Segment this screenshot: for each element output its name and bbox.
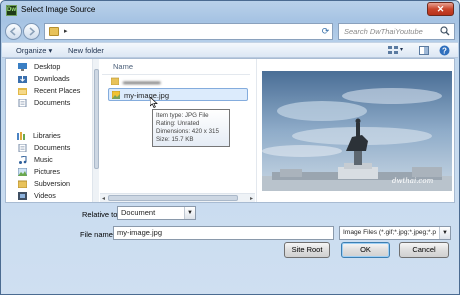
address-bar[interactable]: ▸ (44, 23, 333, 40)
downloads-icon (18, 76, 27, 83)
back-button[interactable] (5, 23, 22, 40)
file-row-folder[interactable]: ▬▬▬▬▬ (108, 75, 248, 88)
dropdown-arrow-icon[interactable]: ▼ (184, 207, 195, 219)
desktop-icon (18, 63, 27, 71)
file-name-input[interactable]: my-image.jpg (113, 226, 334, 240)
file-name-label: File name: (80, 230, 116, 239)
nav-label: Recent Places (34, 86, 81, 95)
nav-label: Desktop (34, 62, 61, 71)
file-name: my-image.jpg (124, 91, 170, 100)
search-placeholder: Search DwThaiYoutube (344, 27, 423, 36)
window-title: Select Image Source (21, 5, 96, 14)
relative-to-label: Relative to: (82, 210, 120, 219)
libraries-icon (17, 132, 25, 140)
nav-label: Libraries (33, 131, 61, 140)
music-icon (19, 156, 27, 164)
nav-label: Documents (34, 98, 71, 107)
dropdown-arrow-icon[interactable]: ▼ (439, 227, 450, 239)
search-icon[interactable] (440, 26, 450, 36)
nav-label: Documents (34, 143, 71, 152)
file-type-select[interactable]: Image Files (*.gif;*.jpg;*.jpeg;*.p ▼ (339, 226, 451, 240)
relative-to-select[interactable]: Document ▼ (117, 206, 196, 220)
file-info-tooltip: Item type: JPG File Rating: Unrated Dime… (152, 109, 230, 147)
refresh-icon[interactable]: ⟳ (319, 25, 332, 38)
relative-to-value: Document (121, 208, 156, 217)
tooltip-rating: Rating: Unrated (156, 120, 200, 127)
documents-icon (18, 144, 27, 152)
dreamweaver-app-icon: Dw (6, 5, 17, 16)
recent-places-icon (18, 88, 27, 95)
file-row-my-image[interactable]: my-image.jpg (108, 88, 248, 101)
nav-label: Pictures (34, 167, 60, 176)
search-input[interactable]: Search DwThaiYoutube (338, 23, 455, 40)
navigation-pane: Desktop Downloads Recent Places Document… (6, 59, 99, 202)
forward-arrow-icon (29, 27, 36, 36)
nav-label: Music (34, 155, 53, 164)
breadcrumb-arrow-icon[interactable]: ▸ (64, 27, 68, 35)
scroll-left-icon[interactable]: ◂ (102, 195, 105, 202)
file-list-horizontal-scrollbar[interactable]: ◂ ▸ (100, 193, 255, 202)
file-name: ▬▬▬▬▬ (123, 77, 161, 86)
select-image-source-dialog: Dw Select Image Source ✕ ▸ ⟳ Search DwTh… (0, 0, 460, 295)
tooltip-size: Size: 15.7 KB (156, 136, 194, 143)
mouse-cursor-icon (150, 97, 158, 108)
scrollbar-thumb[interactable] (108, 195, 238, 201)
scrollbar-thumb[interactable] (94, 69, 99, 169)
folder-icon (111, 77, 119, 85)
title-bar[interactable]: Dw Select Image Source ✕ (1, 1, 459, 19)
nav-label: Downloads (34, 74, 70, 83)
tooltip-item-type: Item type: JPG File (156, 112, 209, 119)
forward-button[interactable] (23, 23, 40, 40)
close-button[interactable]: ✕ (427, 2, 454, 16)
new-folder-button[interactable]: New folder (68, 46, 104, 55)
back-arrow-icon (9, 27, 16, 36)
view-options-icon[interactable] (388, 46, 398, 55)
subversion-folder-icon (18, 180, 27, 188)
file-type-value: Image Files (*.gif;*.jpg;*.jpeg;*.p (343, 229, 437, 236)
videos-icon (18, 192, 27, 200)
file-list: Name ▬▬▬▬▬ my-image.jpg Item type: JPG F… (100, 59, 255, 202)
svg-text:?: ? (442, 46, 447, 55)
content-area: Desktop Downloads Recent Places Document… (5, 58, 455, 203)
site-root-button[interactable]: Site Root (284, 242, 330, 258)
help-icon[interactable]: ? (439, 45, 450, 56)
nav-label: Videos (34, 191, 56, 200)
image-preview (262, 71, 452, 191)
tooltip-dimensions: Dimensions: 420 x 315 (156, 128, 219, 135)
preview-pane-icon[interactable] (419, 46, 429, 55)
documents-icon (18, 99, 27, 107)
nav-pane-scrollbar[interactable] (92, 59, 99, 202)
folder-icon (49, 27, 59, 36)
ok-button[interactable]: OK (341, 242, 390, 258)
organize-menu[interactable]: Organize ▾ (16, 46, 52, 55)
jpg-file-icon (112, 91, 120, 99)
image-watermark: dwthai.com (392, 177, 434, 185)
pictures-icon (18, 168, 27, 176)
nav-label: Subversion (34, 179, 70, 188)
cancel-button[interactable]: Cancel (399, 242, 449, 258)
preview-pane: dwthai.com (256, 59, 454, 202)
scroll-right-icon[interactable]: ▸ (250, 195, 253, 202)
column-header-name[interactable]: Name (113, 62, 133, 71)
view-dropdown-icon[interactable]: ▾ (400, 46, 403, 53)
toolbar: Organize ▾ New folder ▾ ? (2, 42, 458, 58)
